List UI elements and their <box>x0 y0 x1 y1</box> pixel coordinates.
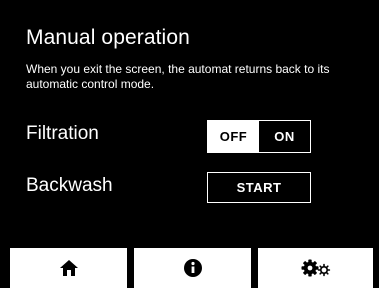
backwash-label: Backwash <box>26 175 113 196</box>
filtration-label: Filtration <box>26 123 99 144</box>
filtration-off-option[interactable]: OFF <box>208 121 259 152</box>
settings-icon <box>300 258 332 278</box>
filtration-toggle[interactable]: OFF ON <box>207 120 311 153</box>
backwash-start-button[interactable]: START <box>207 172 311 203</box>
filtration-on-option[interactable]: ON <box>259 121 310 152</box>
page-title: Manual operation <box>26 26 190 49</box>
home-button[interactable] <box>10 248 127 288</box>
info-note: When you exit the screen, the automat re… <box>26 62 330 91</box>
home-icon <box>59 258 79 278</box>
settings-button[interactable] <box>258 248 373 288</box>
info-button[interactable] <box>134 248 251 288</box>
info-icon <box>183 258 203 278</box>
bottom-nav-bar <box>0 248 379 288</box>
